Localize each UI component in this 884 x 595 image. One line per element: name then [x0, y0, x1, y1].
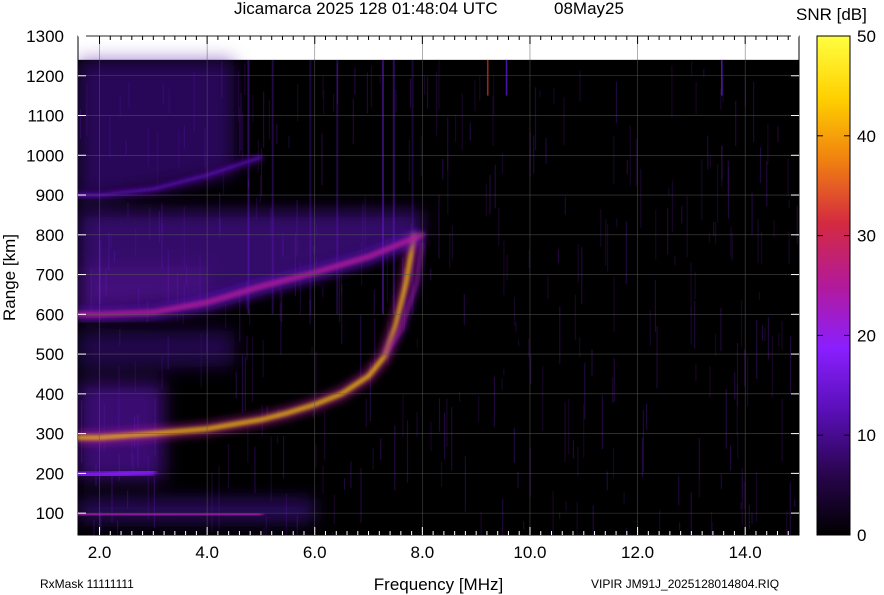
colorbar-tick-label: 10 — [857, 426, 876, 445]
colorbar-tick-label: 20 — [857, 326, 876, 345]
x-tick-label: 2.0 — [88, 543, 112, 562]
colorbar-tick-label: 40 — [857, 127, 876, 146]
x-tick-label: 4.0 — [195, 543, 219, 562]
y-tick-label: 600 — [36, 305, 64, 324]
interference-streak — [336, 59, 339, 315]
interference-streak — [505, 59, 508, 96]
y-tick-label: 900 — [36, 186, 64, 205]
y-tick-label: 1300 — [26, 27, 64, 46]
y-tick-label: 500 — [36, 345, 64, 364]
x-tick-label: 12.0 — [621, 543, 654, 562]
y-tick-label: 1000 — [26, 146, 64, 165]
ionogram-chart: 2.0 4.0 6.0 8.0 10.0 12.0 14.01002003004005006… — [0, 27, 876, 594]
colorbar-tick-label: 30 — [857, 227, 876, 246]
echo-trace — [78, 511, 263, 518]
colorbar-tick-label: 50 — [857, 27, 876, 46]
interference-streak — [720, 59, 723, 96]
y-tick-label: 1100 — [27, 107, 64, 126]
interference-streak — [486, 59, 489, 96]
y-tick-label: 800 — [36, 226, 64, 245]
y-tick-label: 300 — [36, 425, 64, 444]
file-name: VIPIR JM91J_2025128014804.RIQ — [591, 577, 780, 591]
interference-streak — [392, 59, 395, 315]
x-tick-label: 10.0 — [513, 543, 546, 562]
x-tick-label: 14.0 — [729, 543, 762, 562]
x-tick-label: 6.0 — [303, 543, 327, 562]
y-tick-label: 200 — [36, 464, 64, 483]
y-tick-label: 400 — [36, 385, 64, 404]
y-tick-label: 1200 — [26, 67, 64, 86]
interference-streak — [382, 59, 385, 315]
colorbar-tick-label: 0 — [857, 526, 866, 545]
x-axis-label: Frequency [MHz] — [374, 575, 503, 594]
y-tick-label: 700 — [36, 266, 64, 285]
rxmask-label: RxMask 11111111 — [40, 577, 134, 591]
interference-streak — [247, 59, 250, 315]
y-tick-label: 100 — [36, 504, 64, 523]
colorbar — [816, 35, 851, 536]
y-axis-label: Range [km] — [0, 234, 19, 321]
x-tick-label: 8.0 — [411, 543, 435, 562]
